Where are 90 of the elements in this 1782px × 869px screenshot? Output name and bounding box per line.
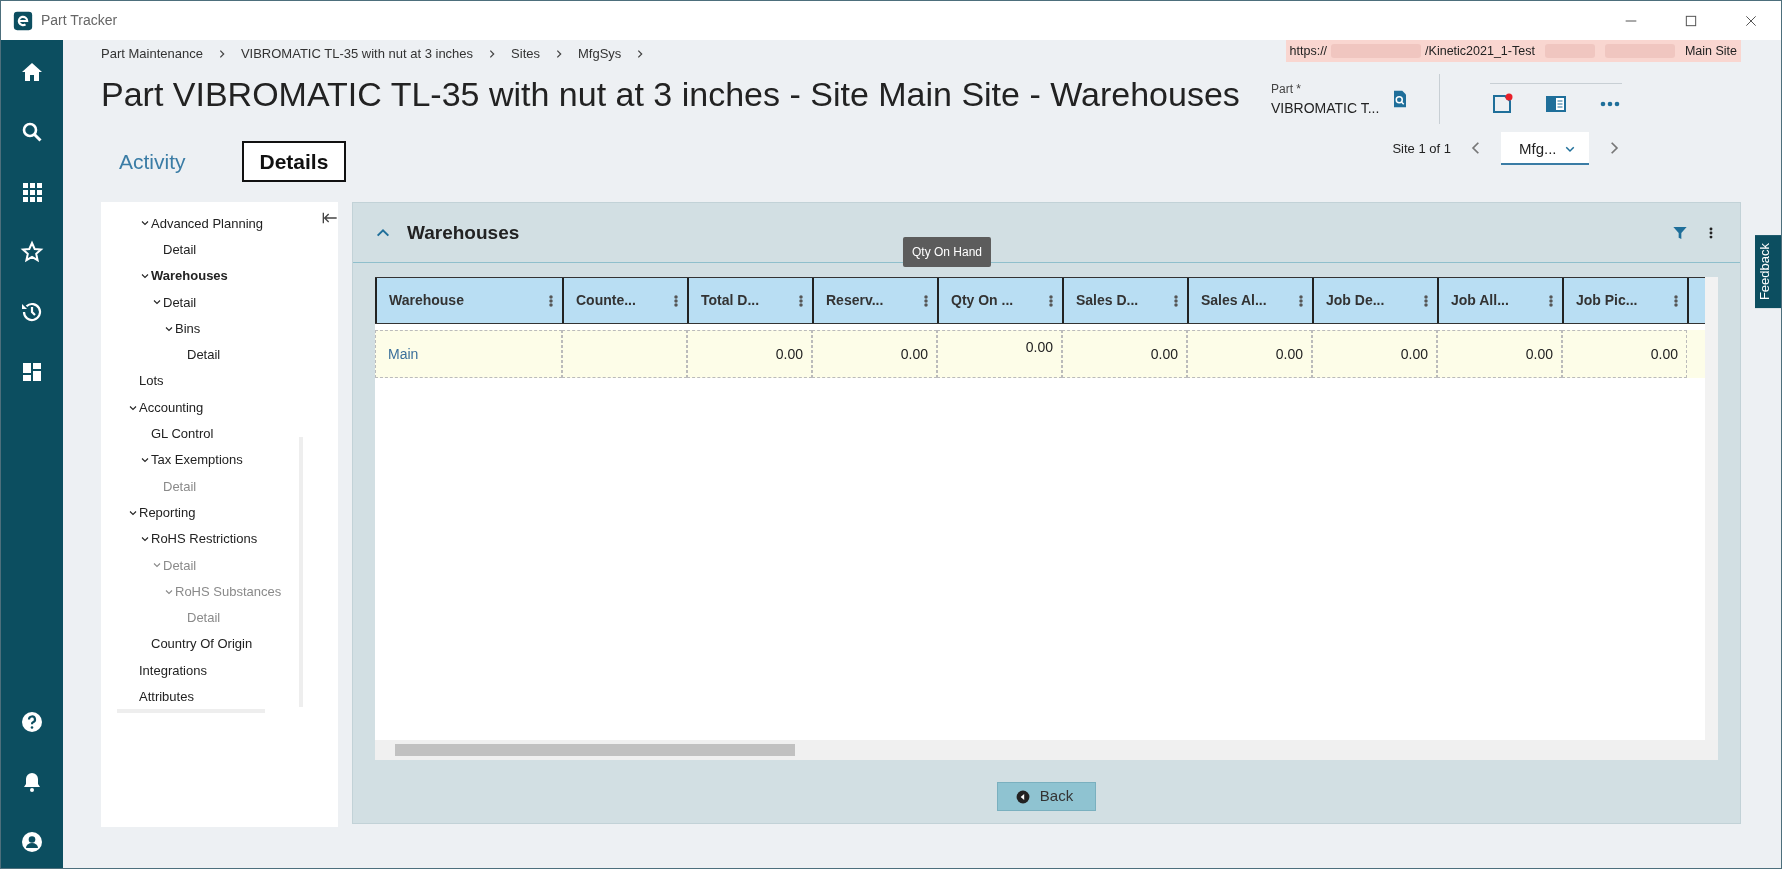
column-label: Qty On ... [951,291,1014,311]
apps-grid-icon[interactable] [20,180,44,204]
tab[interactable]: Details [241,140,347,183]
back-button[interactable]: Back [996,782,1097,811]
table-cell: 0.00 [1187,330,1312,379]
tree-item[interactable]: GL Control [151,424,214,444]
column-menu-icon[interactable] [1423,292,1429,309]
history-icon[interactable] [20,300,44,324]
tree-item[interactable]: Detail [187,345,221,365]
breadcrumb-link[interactable]: MfgSys [578,44,622,64]
url-text: https:// [1289,42,1328,60]
tree-item[interactable]: Advanced Planning [151,213,264,234]
table-cell: 0.00 [1312,330,1437,379]
panel-title: Warehouses [407,220,520,245]
column-header[interactable]: Reserv... [812,278,937,324]
column-label: Job Pic... [1576,291,1638,311]
tooltip: Qty On Hand [903,237,991,268]
filter-icon[interactable] [1672,224,1688,241]
column-header[interactable]: Qty On ... [937,278,1062,324]
window-title: Part Tracker [41,11,118,30]
horizontal-scrollbar[interactable] [375,740,1718,761]
url-text: /Kinetic2021_1-Test [1425,42,1535,60]
column-menu-icon[interactable] [1048,292,1054,309]
column-label: Job De... [1326,291,1385,311]
breadcrumb-link[interactable]: VIBROMATIC TL-35 with nut at 3 inches [240,44,474,64]
tree-item[interactable]: Country Of Origin [151,634,253,654]
column-header[interactable]: Job De... [1312,278,1437,324]
vertical-scrollbar[interactable] [1705,277,1718,741]
pager-text: Site 1 of 1 [1392,139,1451,158]
column-menu-icon[interactable] [1548,292,1554,309]
star-icon[interactable] [20,240,44,264]
field-label: Part * [1271,80,1302,98]
search-icon[interactable] [20,120,44,144]
feedback-tab[interactable]: Feedback [1755,235,1781,309]
tree-item[interactable]: RoHS Restrictions [151,529,258,549]
column-label: Warehouse [389,291,464,311]
tab[interactable]: Activity [101,140,204,183]
table-cell[interactable]: Main [375,330,562,379]
app-logo-icon [13,10,33,31]
tree-item[interactable]: Detail [163,292,197,313]
column-header[interactable]: Counte... [562,278,687,324]
caret-icon [1564,144,1575,155]
breadcrumb-link[interactable]: Sites [511,44,540,64]
page-title: Part VIBROMATIC TL-35 with nut at 3 inches - Site Main Site - Warehouses [101,74,1241,115]
column-menu-icon[interactable] [548,292,554,309]
column-label: Total D... [701,291,760,311]
breadcrumb-link[interactable]: Part Maintenance [101,44,203,64]
column-header[interactable]: Warehouse [375,278,562,324]
column-label: Sales D... [1076,291,1139,311]
note-icon[interactable] [1490,91,1514,116]
site-text: Main Site [1684,42,1737,60]
column-header[interactable]: Sales D... [1062,278,1187,324]
column-menu-icon[interactable] [798,292,804,309]
column-header[interactable]: Sales Al... [1187,278,1312,324]
column-menu-icon[interactable] [1298,292,1304,309]
tree-item[interactable]: Bins [175,318,201,339]
home-icon[interactable] [20,60,44,84]
column-label: Sales Al... [1201,291,1267,311]
help-icon[interactable] [20,710,44,734]
column-label: Job All... [1451,291,1509,311]
tree-item[interactable]: Lots [139,371,164,391]
table-cell: 0.00 [937,330,1062,379]
tree-item[interactable]: Tax Exemptions [151,450,243,470]
column-label: Reserv... [826,291,884,311]
site-dropdown[interactable]: Mfg... [1501,132,1589,165]
column-menu-icon[interactable] [1673,292,1679,309]
table-cell: 0.00 [812,330,937,379]
table-cell: 0.00 [1562,330,1687,379]
table-cell: 0.00 [1062,330,1187,379]
tree-item[interactable]: Integrations [139,660,207,681]
column-menu-icon[interactable] [1173,292,1179,309]
column-header[interactable]: Job Pic... [1562,278,1687,324]
part-value[interactable]: VIBROMATIC T... [1271,97,1391,119]
tree-item[interactable]: Warehouses [151,266,228,286]
back-circle-icon [1015,789,1030,804]
user-icon[interactable] [20,830,44,854]
column-menu-icon[interactable] [923,292,929,309]
column-label: Counte... [576,291,636,311]
column-menu-icon[interactable] [673,292,679,309]
dashboard-icon[interactable] [20,360,44,384]
tree-item[interactable]: Attributes [139,687,194,707]
column-header[interactable]: Total D... [687,278,812,324]
chevron-right-icon [554,49,564,59]
tree-item[interactable]: Accounting [139,397,204,418]
column-header[interactable]: Job All... [1437,278,1562,324]
tree-item[interactable]: Detail [163,240,197,260]
document-search-icon[interactable] [1391,89,1409,109]
table-cell: 0.00 [1437,330,1562,379]
table-cell: 0.00 [687,330,812,379]
tree-item[interactable]: Reporting [139,502,196,523]
